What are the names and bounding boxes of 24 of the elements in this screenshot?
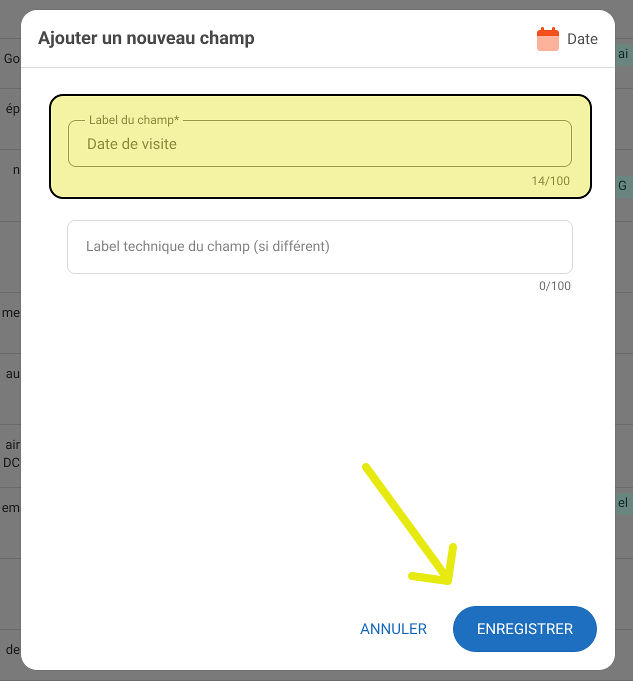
table-cell: Go — [4, 51, 20, 69]
field-value: Date de visite — [87, 134, 177, 152]
tag: el — [616, 493, 633, 515]
table-cell: DC — [3, 455, 20, 473]
tag: G — [616, 176, 633, 198]
field-label: Label du champ* — [88, 113, 180, 127]
label-field[interactable]: Label du champ* Date de visite — [68, 113, 572, 167]
table-cell: em — [2, 500, 20, 518]
table-cell: n — [12, 162, 20, 180]
field-type-label: Date — [567, 30, 598, 48]
character-counter: 0/100 — [538, 279, 572, 293]
cancel-button[interactable]: ANNULER — [356, 610, 431, 648]
field-placeholder: Label technique du champ (si différent) — [86, 239, 330, 255]
dialog-title: Ajouter un nouveau champ — [38, 28, 255, 49]
table-cell: air — [5, 437, 20, 455]
table-cell: au — [6, 366, 20, 384]
tag: ai — [616, 44, 633, 66]
character-counter: 14/100 — [530, 174, 571, 188]
table-cell: ép — [6, 101, 20, 119]
save-button[interactable]: ENREGISTRER — [452, 606, 597, 652]
calendar-icon — [537, 26, 560, 50]
technical-label-field[interactable]: Label technique du champ (si différent) — [67, 220, 573, 274]
table-cell: de — [6, 642, 20, 660]
table-cell: me — [2, 305, 20, 323]
